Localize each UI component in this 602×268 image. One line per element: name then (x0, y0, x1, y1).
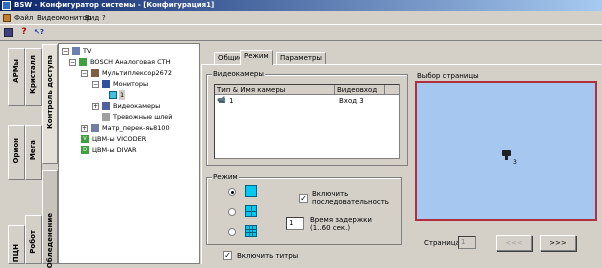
alarm-icon (102, 113, 110, 121)
mux-icon (91, 69, 99, 77)
delay-input[interactable]: 1 (286, 217, 304, 230)
vtab-access-control[interactable]: Контроль доступа (42, 44, 58, 164)
camera-input: Вход 3 (339, 97, 364, 105)
vtab-access-label: Контроль доступа (46, 55, 54, 130)
menu-file[interactable]: Файл (14, 13, 33, 24)
device-icon (79, 58, 87, 66)
preview-camera-label: 3 (513, 159, 517, 166)
tree-label: ЦВМ-ы DIVAR (92, 146, 137, 154)
page-select-title: Выбор страницы (416, 72, 480, 80)
nine-screen-icon (245, 225, 257, 237)
collapse-icon[interactable]: − (81, 70, 88, 77)
tree-label: Видеокамеры (113, 102, 161, 110)
vtab-icing-label: Обледенение (46, 213, 54, 268)
matrix-icon (91, 124, 99, 132)
context-help-icon[interactable]: ↖? (33, 27, 45, 38)
next-page-button[interactable]: >>> (540, 235, 576, 251)
mode-group-title: Режим (212, 173, 239, 181)
help-icon[interactable]: ? (18, 27, 30, 38)
single-screen-icon (245, 185, 257, 197)
tree-label: BOSCH Аналоговая СТН (90, 58, 171, 66)
tree-label: ЦВМ-ы VICODER (92, 135, 147, 143)
page-preview[interactable]: 3 (415, 81, 597, 221)
cameras-group-title: Видеокамеры (212, 70, 265, 78)
tree-label: Тревожные шлей (113, 113, 173, 121)
vtab-orion-label: Орион (12, 138, 20, 164)
delay-label: Время задержки (1..60 сек.) (310, 216, 372, 232)
tree-label: 1 (119, 90, 126, 100)
mode-radio-quad[interactable] (228, 208, 236, 216)
vtab-arms[interactable]: АРМы (8, 48, 25, 106)
vtab-orion[interactable]: Орион (8, 125, 25, 180)
vtab-mega-label: Мега (29, 140, 37, 161)
mode-radio-nine[interactable] (228, 228, 236, 236)
vtab-pcn-label: ПЦН (12, 244, 20, 263)
window-title: BSW - Конфигуратор системы - [Конфигурац… (14, 1, 215, 9)
vtab-robot[interactable]: Робот (25, 215, 42, 264)
collapse-icon[interactable]: − (62, 48, 69, 55)
vtab-mega[interactable]: Мега (25, 125, 42, 180)
vtab-kristall-label: Кристалл (29, 55, 37, 94)
quad-screen-icon (245, 205, 257, 217)
tv-icon (72, 47, 80, 55)
divar-icon: D (81, 146, 89, 154)
prev-page-button[interactable]: <<< (496, 235, 532, 251)
vtab-icing[interactable]: Обледенение (42, 170, 58, 268)
table-row[interactable]: 📹 1 Вход 3 (215, 96, 399, 106)
vtab-kristall[interactable]: Кристалл (25, 48, 42, 106)
tree-label: Мониторы (113, 80, 149, 88)
tree-label: TV (83, 47, 92, 55)
vtab-robot-label: Робот (29, 230, 37, 254)
page-label: Страница (424, 239, 460, 247)
menu-videomonitor[interactable]: Видеомонитор (37, 13, 91, 24)
camera-name: 1 (229, 97, 234, 105)
collapse-icon[interactable]: − (69, 59, 76, 66)
title-bar: BSW - Конфигуратор системы - [Конфигурац… (0, 0, 602, 11)
sequence-checkbox[interactable]: ✓ (299, 194, 308, 203)
sequence-label: Включить последовательность (312, 190, 389, 206)
mode-radio-single[interactable] (228, 188, 236, 196)
camera-icon: 📹 (217, 96, 226, 104)
screen-icon (109, 91, 117, 99)
monitor-icon (102, 80, 110, 88)
app-icon (2, 1, 11, 10)
page-input[interactable]: 1 (458, 236, 476, 249)
menu-help[interactable]: ? (102, 13, 106, 24)
titles-checkbox[interactable]: ✓ (223, 251, 232, 260)
tree-label: Мультиплексор2672 (102, 69, 172, 77)
tab-mode[interactable]: Режим (240, 50, 273, 65)
camera-icon (102, 102, 110, 110)
collapse-icon[interactable]: − (92, 81, 99, 88)
vtab-pcn[interactable]: ПЦН (8, 225, 25, 264)
tab-parameters[interactable]: Параметры (276, 52, 326, 64)
menu-view[interactable]: Вид (85, 13, 99, 24)
expand-icon[interactable]: + (81, 125, 88, 132)
expand-icon[interactable]: + (92, 103, 99, 110)
doc-icon (3, 14, 11, 22)
column-header-camera[interactable]: Тип & Имя камеры (215, 85, 335, 95)
titles-label: Включить титры (237, 252, 299, 260)
column-header-input[interactable]: Видеовход (335, 85, 385, 95)
toolbar (0, 24, 602, 41)
config-tree[interactable]: − TV − BOSCH Аналоговая СТН − Мультиплек… (58, 43, 200, 264)
cameras-list[interactable]: Тип & Имя камеры Видеовход 📹 1 Вход 3 (214, 84, 400, 159)
save-icon[interactable] (3, 27, 15, 38)
vicoder-icon: V (81, 135, 89, 143)
vtab-arms-label: АРМы (12, 59, 20, 83)
tree-label: Матр_перек-яь8100 (102, 124, 170, 132)
